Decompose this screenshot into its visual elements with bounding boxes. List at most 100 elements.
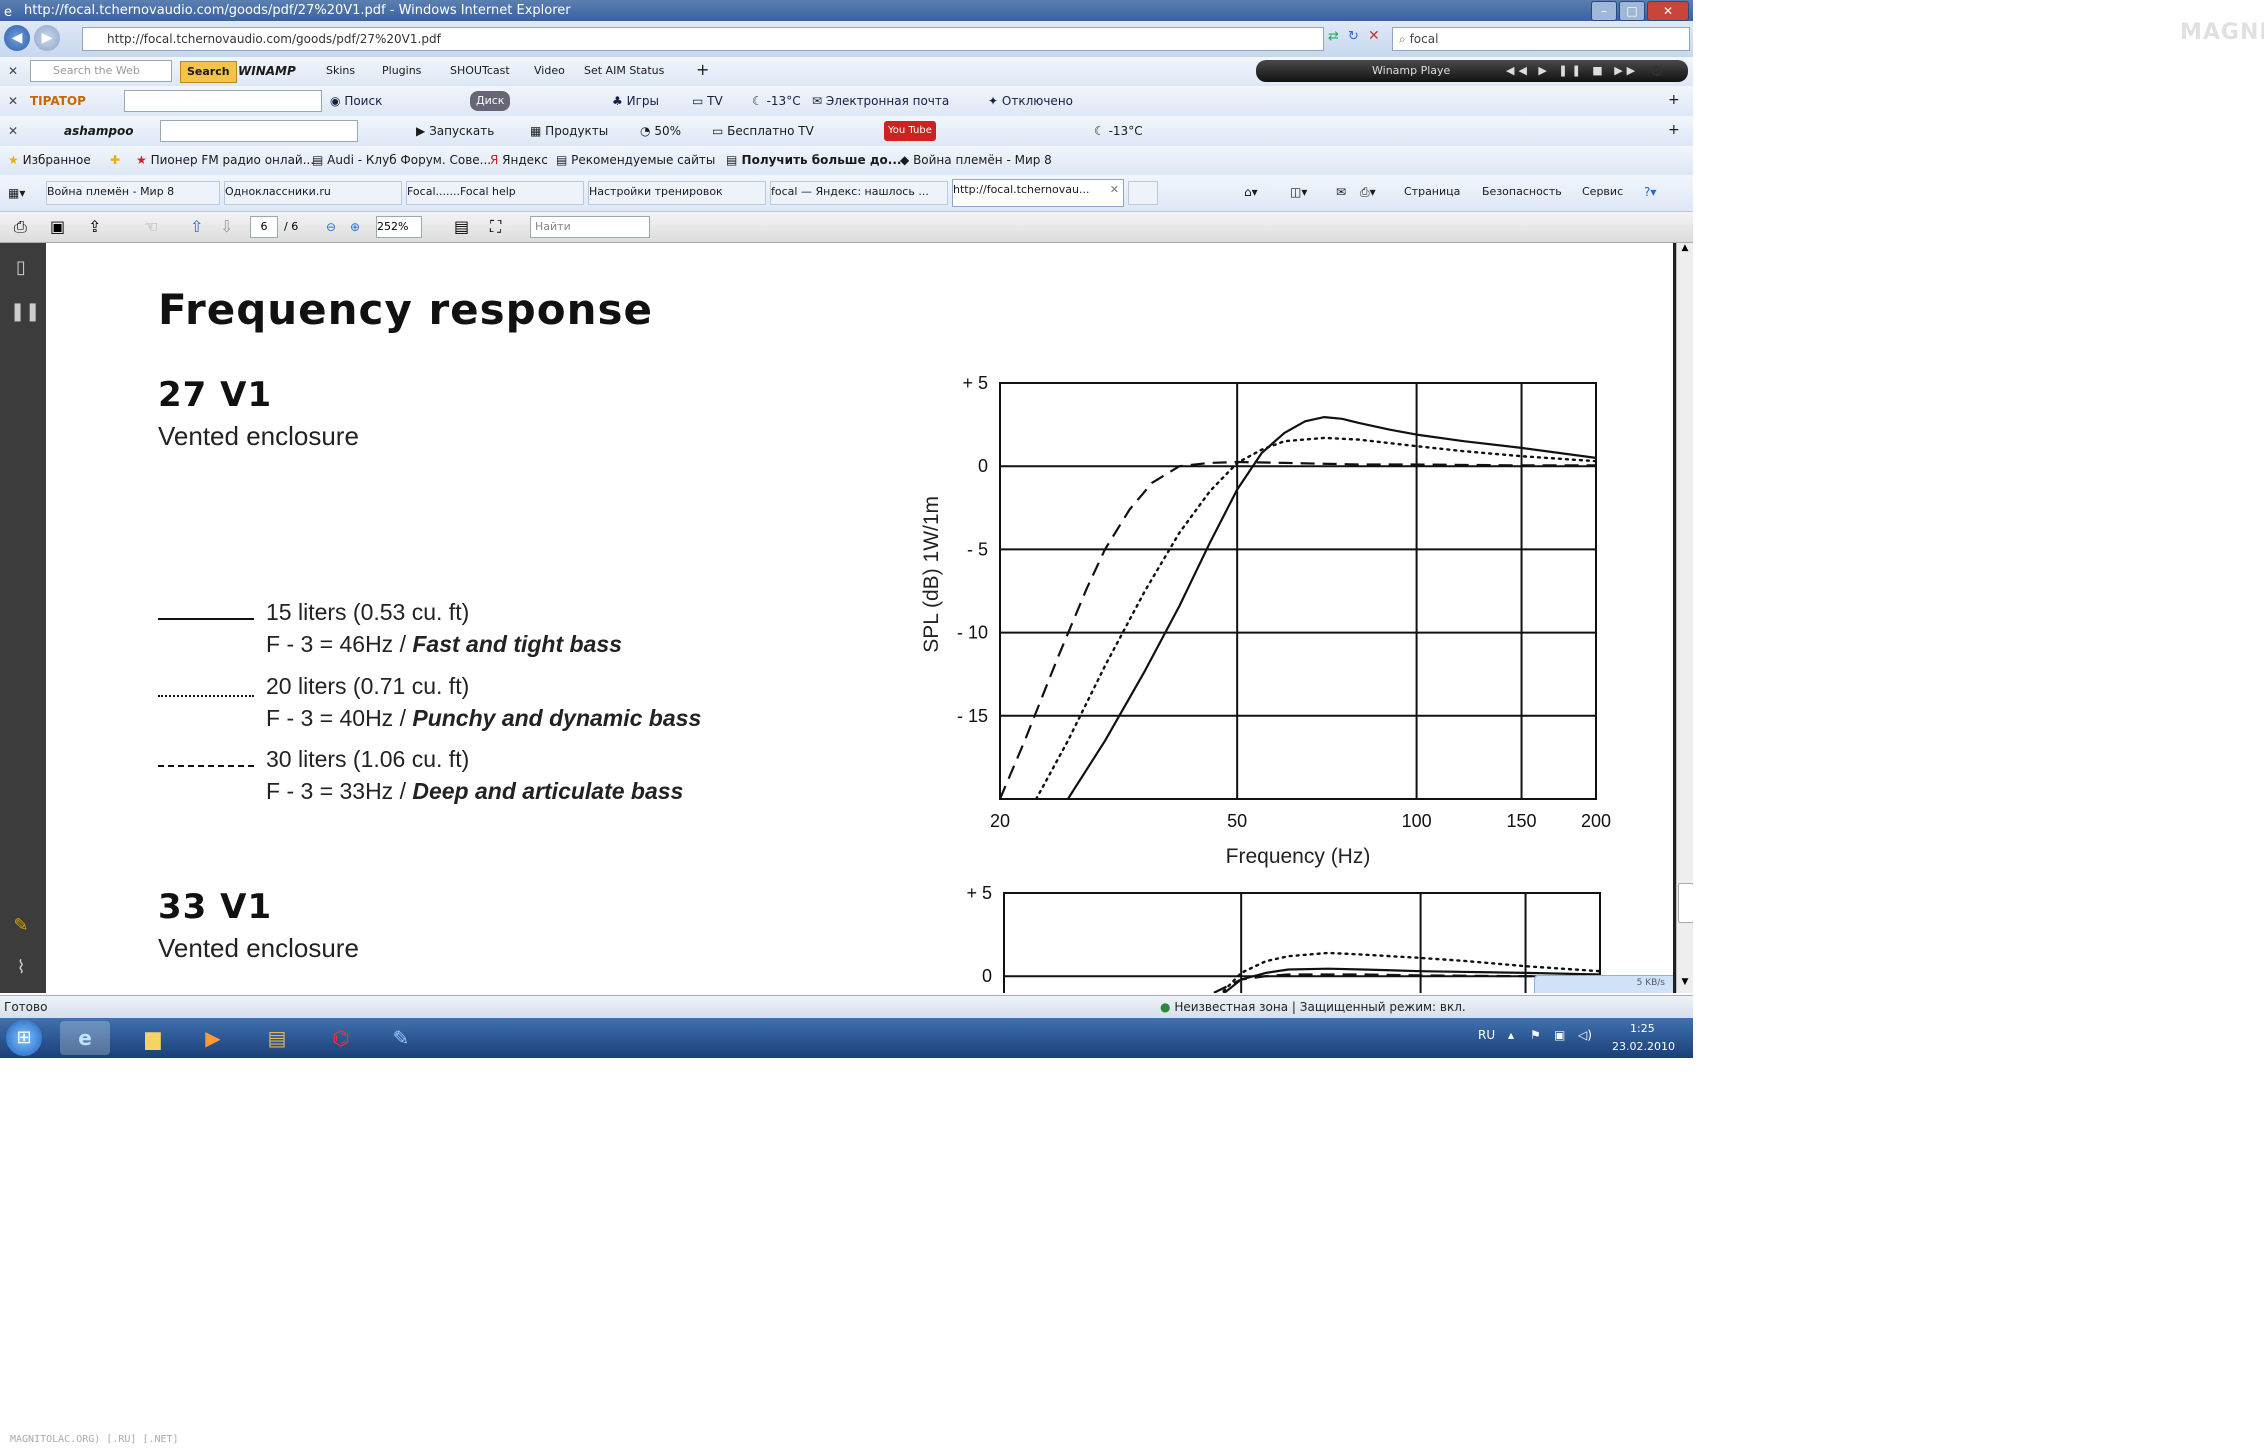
forward-button[interactable]: ▶	[34, 25, 60, 51]
video-menu[interactable]: Video	[534, 61, 565, 81]
back-button[interactable]: ◀	[4, 25, 30, 51]
app-taskbar-icon[interactable]: ▤	[252, 1021, 302, 1055]
plugins-menu[interactable]: Plugins	[382, 61, 421, 81]
print-icon[interactable]: ⎙▾	[1360, 182, 1376, 202]
tab-active[interactable]: http://focal.tchernovau... ✕	[952, 179, 1124, 207]
close-toolbar-icon[interactable]: ✕	[8, 91, 18, 111]
close-tab-icon[interactable]: ✕	[1110, 180, 1119, 200]
vertical-scrollbar[interactable]: ▲ ▼	[1676, 243, 1693, 993]
tab[interactable]: Война племён - Мир 8	[46, 181, 220, 205]
attachments-icon[interactable]: ⌇	[10, 957, 32, 979]
bookmarks-icon[interactable]: ❚❚	[10, 301, 40, 323]
scroll-up-icon[interactable]: ▲	[1678, 243, 1692, 257]
tab[interactable]: focal — Яндекс: нашлось ...	[770, 181, 948, 205]
url-input[interactable]: http://focal.tchernovaudio.com/goods/pdf…	[82, 27, 1324, 51]
games-button[interactable]: ♣ Игры	[612, 91, 659, 111]
hand-icon[interactable]: ☜	[144, 217, 158, 237]
player-controls-icon[interactable]: ◀◀ ▶ ❚❚ ■ ▶▶	[1506, 60, 1639, 82]
new-tab-button[interactable]	[1128, 181, 1158, 205]
youtube-icon[interactable]: You Tube	[884, 121, 936, 141]
comments-icon[interactable]: ✎	[10, 915, 32, 937]
mail-button[interactable]: ✉ Электронная почта	[812, 91, 949, 111]
save-icon[interactable]: ▣	[50, 217, 65, 237]
refresh-icon[interactable]: ↻	[1348, 29, 1359, 44]
share-icon[interactable]: ⇪	[88, 217, 101, 237]
zoom-in-icon[interactable]: ⊕	[350, 217, 360, 237]
find-input[interactable]: Найти	[530, 216, 650, 238]
products-button[interactable]: ▦ Продукты	[530, 121, 608, 141]
zoom-select[interactable]: 252%	[376, 216, 422, 238]
shoutcast-menu[interactable]: SHOUTcast	[450, 61, 510, 81]
favorite-link[interactable]: ◆ Война племён - Мир 8	[900, 150, 1052, 170]
clock-time[interactable]: 1:25	[1630, 1022, 1655, 1035]
favorite-link[interactable]: ▤ Рекомендуемые сайты	[556, 150, 715, 170]
acrobat-taskbar-icon[interactable]: ⌬	[316, 1021, 366, 1055]
tab[interactable]: Настройки тренировок	[588, 181, 766, 205]
percent-button[interactable]: ◔ 50%	[640, 121, 681, 141]
add-icon[interactable]: +	[696, 60, 709, 80]
search-input[interactable]: ⌕ focal	[1392, 27, 1690, 51]
language-indicator[interactable]: RU	[1478, 1028, 1495, 1042]
weather-button[interactable]: ☾ -13°C	[1094, 121, 1143, 141]
web-search-button[interactable]: Search	[180, 61, 237, 83]
explorer-taskbar-icon[interactable]: ▆	[128, 1021, 178, 1055]
disk-button[interactable]: Диск	[470, 91, 511, 111]
add-icon[interactable]: +	[1668, 90, 1680, 110]
fit-width-icon[interactable]: ▤	[454, 217, 469, 237]
status-button[interactable]: ✦ Отключено	[988, 91, 1073, 111]
launch-button[interactable]: ▶ Запускать	[416, 121, 494, 141]
feeds-icon[interactable]: ◫▾	[1290, 182, 1307, 202]
web-search-input[interactable]: Search the Web	[30, 60, 172, 82]
safety-menu[interactable]: Безопасность	[1482, 182, 1562, 202]
start-button[interactable]: ⊞	[6, 1020, 42, 1056]
quick-tabs-icon[interactable]: ▦▾	[8, 183, 25, 203]
page-number-input[interactable]: 6	[250, 216, 278, 238]
stop-icon[interactable]: ✕	[1368, 28, 1380, 44]
print-icon[interactable]: ⎙	[14, 217, 27, 237]
maximize-button[interactable]: □	[1619, 1, 1645, 21]
tab[interactable]: Focal.......Focal help	[406, 181, 584, 205]
favorite-link[interactable]: ▤ Получить больше до...	[726, 150, 901, 170]
zone-info[interactable]: ● Неизвестная зона | Защищенный режим: в…	[1160, 996, 1466, 1018]
favorites-button[interactable]: ★ Избранное	[8, 150, 91, 170]
scroll-thumb[interactable]	[1678, 883, 1693, 923]
favorite-link[interactable]: ★ Пионер FM радио онлай...	[136, 150, 314, 170]
weather-button[interactable]: ☾ -13°C	[752, 91, 801, 111]
close-toolbar-icon[interactable]: ✕	[8, 61, 18, 81]
close-toolbar-icon[interactable]: ✕	[8, 121, 18, 141]
tipatop-search-input[interactable]	[124, 90, 322, 112]
clock-date[interactable]: 23.02.2010	[1612, 1040, 1675, 1053]
zoom-out-icon[interactable]: ⊖	[326, 217, 336, 237]
ie-taskbar-icon[interactable]: e	[60, 1021, 110, 1055]
pages-icon[interactable]: ▯	[10, 257, 32, 279]
add-favorite-icon[interactable]: ✚	[110, 150, 120, 170]
network-icon[interactable]: ▣	[1554, 1028, 1565, 1042]
page-menu[interactable]: Страница	[1404, 182, 1460, 202]
favorite-link[interactable]: ▤ Audi - Клуб Форум. Сове...	[312, 150, 491, 170]
tipatop-search-button[interactable]: ◉ Поиск	[330, 91, 382, 111]
scroll-down-icon[interactable]: ▼	[1678, 977, 1692, 991]
tab[interactable]: Одноклассники.ru	[224, 181, 402, 205]
compat-icon[interactable]: ⇄	[1328, 29, 1339, 44]
tv-button[interactable]: ▭ TV	[692, 91, 723, 111]
next-page-icon[interactable]: ⇩	[220, 217, 233, 237]
mail-icon[interactable]: ✉	[1336, 182, 1346, 202]
help-icon[interactable]: ?▾	[1644, 182, 1656, 202]
free-tv-button[interactable]: ▭ Бесплатно TV	[712, 121, 814, 141]
minimize-button[interactable]: –	[1591, 1, 1617, 21]
tools-menu[interactable]: Сервис	[1582, 182, 1623, 202]
fit-page-icon[interactable]: ⛶	[490, 217, 501, 237]
volume-icon[interactable]: ◁)	[1578, 1028, 1592, 1042]
aim-status-menu[interactable]: Set AIM Status	[584, 61, 664, 81]
flag-icon[interactable]: ⚑	[1530, 1028, 1541, 1042]
skins-menu[interactable]: Skins	[326, 61, 355, 81]
close-button[interactable]: ✕	[1647, 1, 1689, 21]
prev-page-icon[interactable]: ⇧	[190, 217, 203, 237]
ashampoo-search-input[interactable]	[160, 120, 358, 142]
home-icon[interactable]: ⌂▾	[1244, 182, 1258, 202]
media-player-taskbar-icon[interactable]: ▶	[188, 1021, 238, 1055]
paint-taskbar-icon[interactable]: ✎	[376, 1021, 426, 1055]
add-icon[interactable]: +	[1668, 120, 1680, 140]
gear-icon[interactable]: ⚙	[1650, 61, 1663, 81]
show-hidden-icon[interactable]: ▴	[1508, 1028, 1514, 1042]
